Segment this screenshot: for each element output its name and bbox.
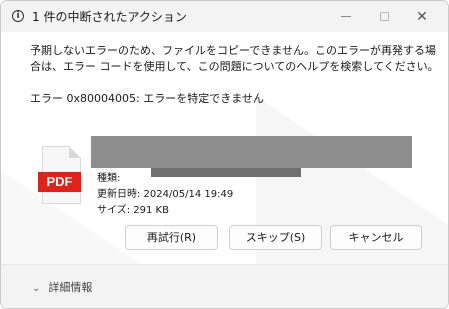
minimize-button[interactable] — [327, 1, 365, 32]
retry-button[interactable]: 再試行(R) — [125, 225, 218, 250]
skip-button[interactable]: スキップ(S) — [229, 225, 322, 250]
file-modified: 更新日時: 2024/05/14 19:49 — [97, 189, 234, 200]
error-code: エラー 0x80004005: エラーを特定できません — [30, 92, 264, 105]
cancel-button[interactable]: キャンセル — [330, 225, 422, 250]
window-title: 1 件の中断されたアクション — [32, 10, 187, 24]
error-dialog: i 1 件の中断されたアクション ✕ 予期しないエラーのため、ファイルをコピーで… — [0, 0, 449, 309]
close-button[interactable]: ✕ — [403, 1, 441, 32]
maximize-icon — [379, 12, 389, 21]
pdf-page-fold — [69, 146, 81, 158]
pdf-file-icon: PDF — [38, 146, 85, 204]
redacted-file-type — [151, 168, 301, 177]
file-type: 種類: — [97, 173, 121, 184]
footer: ⌄ 詳細情報 — [1, 265, 448, 308]
error-message: 予期しないエラーのため、ファイルをコピーできません。このエラーが再発する場合は、… — [30, 44, 439, 73]
details-toggle[interactable]: ⌄ 詳細情報 — [32, 279, 92, 295]
minimize-icon — [341, 16, 351, 17]
redacted-filename — [91, 136, 412, 168]
file-size: サイズ: 291 KB — [97, 205, 169, 216]
title-bar[interactable]: i 1 件の中断されたアクション ✕ — [1, 1, 448, 32]
details-label: 詳細情報 — [48, 281, 93, 294]
info-icon: i — [12, 10, 24, 22]
chevron-down-icon: ⌄ — [32, 283, 41, 294]
pdf-badge: PDF — [38, 172, 81, 192]
maximize-button[interactable] — [365, 1, 403, 32]
close-icon: ✕ — [416, 8, 428, 25]
